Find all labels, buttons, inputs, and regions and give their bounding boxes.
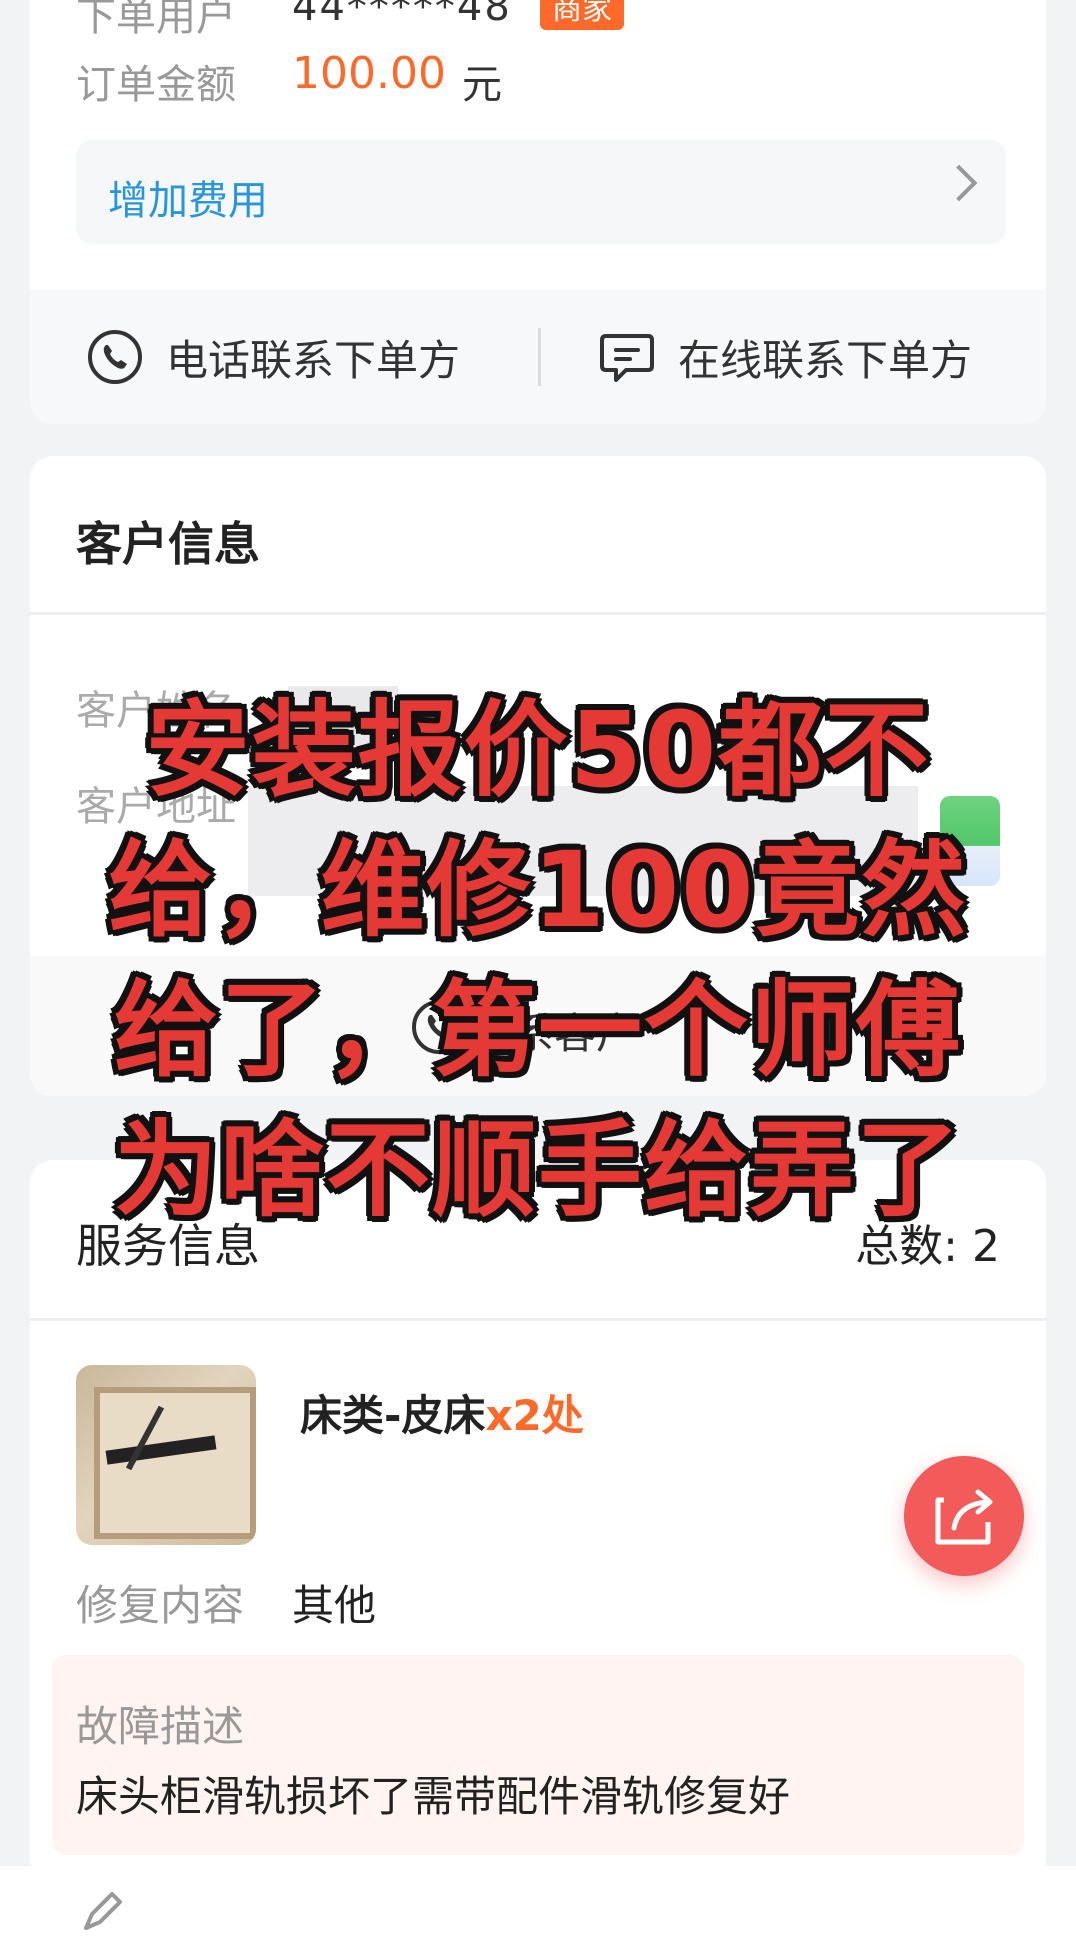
- overlay-caption-line: 给了，第一个师傅: [113, 969, 962, 1091]
- chat-orderer-label: 在线联系下单方: [678, 335, 973, 385]
- service-item-qty: x2处: [485, 1391, 584, 1440]
- chat-icon: [600, 334, 654, 382]
- order-amount-label: 订单金额: [76, 62, 236, 108]
- share-icon: [935, 1489, 993, 1545]
- contact-bar: 电话联系下单方 在线联系下单方: [30, 290, 1046, 424]
- bottom-bar: [0, 1866, 1076, 1936]
- repair-content-value: 其他: [292, 1581, 377, 1630]
- call-orderer-label: 电话联系下单方: [166, 335, 461, 385]
- order-amount-unit: 元: [462, 62, 502, 108]
- service-info-card: 服务信息 总数: 2 床类-皮床x2处 修复内容 其他 故障描述 床头柜滑轨损坏…: [30, 1160, 1046, 1880]
- service-item-name: 床类-皮床: [300, 1391, 486, 1440]
- service-item: 床类-皮床x2处: [300, 1382, 584, 1443]
- divider: [30, 612, 1046, 615]
- chevron-right-icon: [940, 164, 978, 202]
- order-user-value: 44*****48: [292, 0, 512, 30]
- order-card: 下单用户 44*****48 商家 订单金额 100.00 元 增加费用: [30, 0, 1046, 300]
- order-user-label: 下单用户: [76, 0, 236, 40]
- repair-content-label: 修复内容: [76, 1581, 245, 1630]
- merchant-badge: 商家: [540, 0, 624, 30]
- divider: [30, 1318, 1046, 1321]
- service-photo[interactable]: [76, 1365, 256, 1545]
- chat-orderer-button[interactable]: 在线联系下单方: [598, 290, 972, 424]
- customer-info-title: 客户信息: [76, 517, 260, 571]
- call-orderer-button[interactable]: 电话联系下单方: [86, 290, 460, 424]
- add-fee-label: 增加费用: [108, 178, 268, 224]
- divider: [538, 328, 541, 386]
- add-fee-button[interactable]: 增加费用: [76, 140, 1006, 244]
- edit-icon[interactable]: [80, 1888, 126, 1934]
- overlay-caption-line: 为啥不顺手给弄了: [113, 1109, 962, 1231]
- share-button[interactable]: [904, 1456, 1024, 1576]
- fault-description-text: 床头柜滑轨损坏了需带配件滑轨修复好: [76, 1772, 791, 1821]
- order-amount-value: 100.00: [292, 48, 446, 99]
- phone-icon: [88, 330, 142, 384]
- overlay-caption-line: 给，维修100竟然: [108, 829, 968, 951]
- overlay-caption-line: 安装报价50都不: [145, 689, 931, 811]
- fault-description-title: 故障描述: [76, 1702, 245, 1751]
- fault-description-box: 故障描述 床头柜滑轨损坏了需带配件滑轨修复好: [52, 1655, 1024, 1855]
- overlay-caption: 安装报价50都不 给，维修100竟然 给了，第一个师傅 为啥不顺手给弄了: [0, 680, 1076, 1240]
